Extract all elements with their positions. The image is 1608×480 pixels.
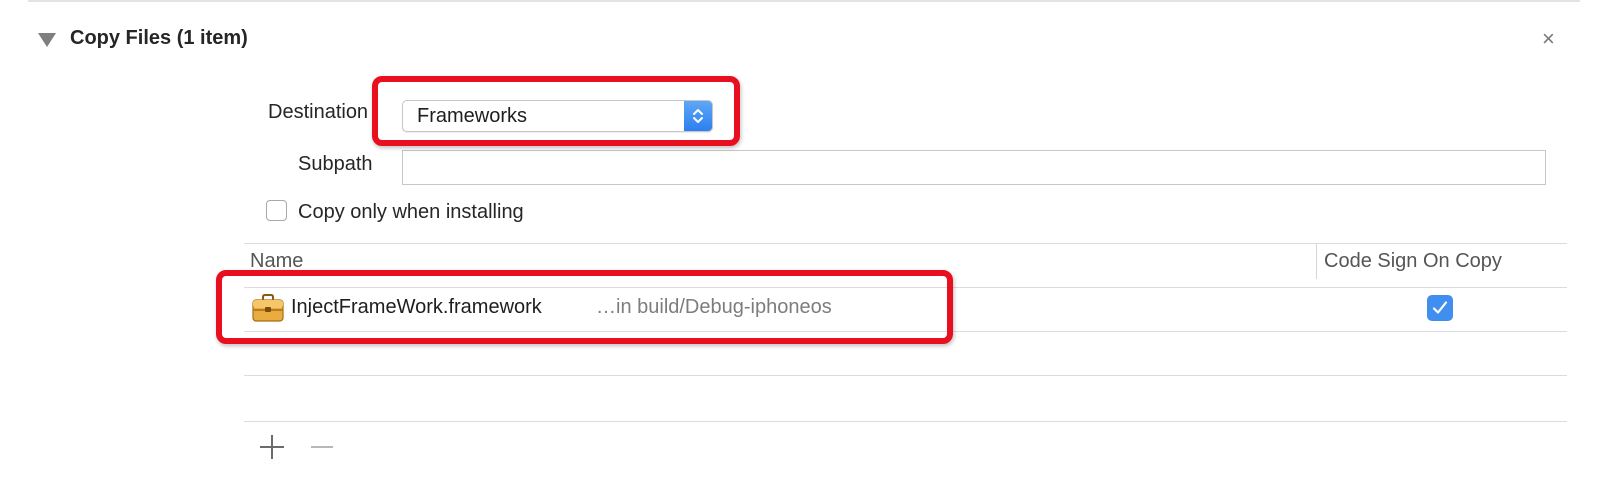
close-icon[interactable]: × [1542,27,1555,51]
popup-arrows-icon [684,101,712,131]
destination-popup[interactable]: Frameworks [402,100,713,132]
column-header-code-sign[interactable]: Code Sign On Copy [1324,250,1502,273]
row-divider [244,331,1567,332]
file-name: InjectFrameWork.framework [291,296,542,318]
table-bottom-divider [244,421,1567,422]
destination-label: Destination [268,101,369,123]
phase-title: Copy Files (1 item) [70,27,248,49]
add-button[interactable] [258,432,288,462]
minus-icon [311,446,333,448]
table-top-divider [244,243,1567,244]
code-sign-checkbox[interactable] [1427,295,1453,321]
top-divider [28,0,1580,2]
column-divider[interactable] [1316,244,1317,279]
column-header-name[interactable]: Name [250,250,303,273]
remove-button[interactable] [308,432,338,462]
subpath-input[interactable] [402,150,1546,185]
copy-only-label: Copy only when installing [298,201,524,223]
checkmark-icon [1432,301,1448,314]
header-divider [244,287,1567,288]
framework-toolbox-icon [252,294,284,322]
subpath-label: Subpath [298,153,373,175]
copy-only-checkbox[interactable] [266,200,287,221]
disclosure-triangle-icon[interactable] [38,33,56,47]
destination-value: Frameworks [417,105,528,127]
row-divider [244,375,1567,376]
file-location: …in build/Debug-iphoneos [596,296,832,318]
